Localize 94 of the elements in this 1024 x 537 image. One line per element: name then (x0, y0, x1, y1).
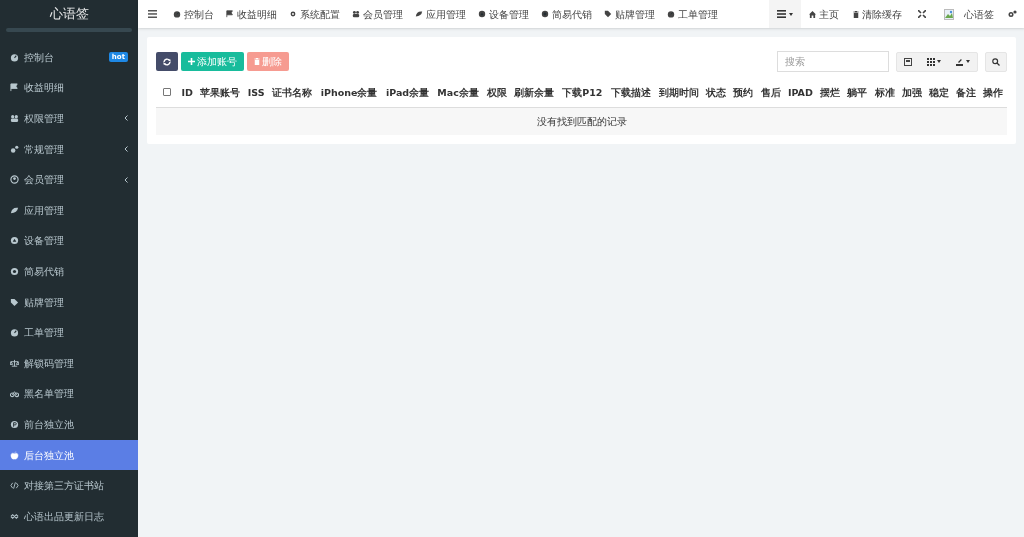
sidebar-item[interactable]: 心语出品更新日志 (0, 500, 138, 532)
column-header[interactable]: iPhone余量 (316, 79, 382, 107)
sidebar-item[interactable]: 黑名单管理 (0, 378, 138, 410)
circle-icon (10, 236, 19, 246)
refresh-button[interactable] (156, 52, 178, 71)
nav-tab[interactable]: 设备管理 (472, 6, 535, 22)
circle-icon (478, 10, 486, 18)
nav-tab[interactable]: 应用管理 (409, 6, 472, 22)
list-icon (777, 10, 786, 18)
column-header[interactable]: 状态 (702, 79, 730, 107)
flag-icon (10, 83, 19, 93)
column-header[interactable]: 到期时间 (654, 79, 703, 107)
avatar-icon[interactable] (944, 8, 954, 20)
column-header[interactable]: 躺平 (843, 79, 871, 107)
column-header[interactable]: 刷新余量 (510, 79, 559, 107)
nav-tab[interactable]: 工单管理 (661, 6, 724, 22)
caret-icon (966, 60, 970, 63)
export-icon (955, 57, 964, 66)
column-header[interactable]: 售后 (757, 79, 785, 107)
scale-icon (10, 358, 19, 368)
sidebar-item[interactable]: 权限管理 (0, 103, 138, 134)
logo-text: 心语签 (49, 5, 89, 24)
sidebar-item[interactable]: 解锁码管理 (0, 347, 138, 379)
column-header[interactable]: IPAD (784, 79, 817, 107)
home-link[interactable]: 主页 (801, 6, 847, 22)
home-icon (809, 10, 816, 18)
nav-tab[interactable]: 简易代销 (535, 6, 598, 22)
sidebar-item[interactable]: 贴牌管理 (0, 286, 138, 318)
nav-tab[interactable]: 控制台 (167, 6, 220, 22)
column-header[interactable]: 备注 (952, 79, 980, 107)
trash-icon (254, 58, 260, 65)
settings-icon[interactable] (1008, 10, 1017, 18)
column-header[interactable]: 摆烂 (816, 79, 844, 107)
sidebar-item[interactable]: 应用管理 (0, 194, 138, 226)
leaf-icon (10, 205, 19, 215)
column-header[interactable]: 证书名称 (268, 79, 317, 107)
card-view-icon (904, 57, 912, 66)
column-header[interactable]: 下载描述 (606, 79, 655, 107)
search-icon (992, 57, 1000, 66)
clear-cache-link[interactable]: 清除缓存 (847, 6, 908, 22)
parking-icon (10, 419, 19, 429)
sidebar-item[interactable]: 简易代销 (0, 256, 138, 287)
group-icon (352, 10, 360, 18)
column-header[interactable]: ISS (244, 79, 269, 107)
empty-table-message: 没有找到匹配的记录 (536, 115, 627, 127)
nav-tab[interactable]: 系统配置 (283, 6, 346, 22)
flag-icon (226, 10, 234, 18)
sidebar-item[interactable]: 收益明细 (0, 72, 138, 104)
sidebar-item[interactable]: 设备管理 (0, 225, 138, 257)
group-icon (10, 114, 19, 123)
column-header[interactable]: 加强 (898, 79, 926, 107)
search-button[interactable] (985, 51, 1007, 72)
select-all-checkbox[interactable] (163, 87, 171, 96)
nav-tab[interactable]: 贴牌管理 (598, 6, 661, 22)
user-circle-icon (10, 175, 19, 185)
search-field[interactable]: 搜索 (777, 51, 889, 72)
column-header[interactable]: ID (178, 79, 197, 107)
column-header[interactable]: 下载P12 (558, 79, 607, 107)
tag-icon (604, 10, 612, 18)
column-header[interactable]: 苹果账号 (196, 79, 245, 107)
circle-icon (10, 266, 19, 276)
code-icon (10, 481, 19, 491)
trash-icon (853, 10, 859, 18)
sidebar-item[interactable]: 对接第三方证书站 (0, 470, 138, 501)
fullscreen-icon[interactable] (918, 10, 926, 18)
caret-icon (936, 60, 941, 63)
list-dropdown-button[interactable] (769, 0, 801, 28)
column-header[interactable]: Mac余量 (433, 79, 483, 107)
column-header[interactable]: 操作 (979, 79, 1007, 107)
nav-tab[interactable]: 会员管理 (346, 6, 409, 22)
leaf-icon (415, 10, 423, 18)
grid-icon (926, 57, 935, 66)
plus-icon (188, 58, 195, 65)
column-header[interactable]: 标准 (870, 79, 899, 107)
user-name-link[interactable]: 心语签 (964, 6, 994, 22)
menu-icon[interactable] (148, 10, 157, 18)
caret-icon (789, 12, 793, 16)
cogs-icon (10, 144, 19, 154)
column-header[interactable]: 预约 (729, 79, 758, 107)
refresh-icon (163, 57, 171, 66)
link-icon (10, 511, 19, 521)
sidebar-item[interactable]: 后台独立池 (0, 439, 138, 471)
circle-icon (541, 10, 549, 18)
column-header[interactable]: 稳定 (925, 79, 953, 107)
sidebar-item[interactable]: 会员管理 (0, 164, 138, 195)
sidebar-item[interactable]: 常规管理 (0, 133, 138, 165)
apple-icon (10, 450, 19, 460)
bicycle-icon (10, 389, 19, 399)
column-header[interactable]: 权限 (482, 79, 511, 107)
nav-tab[interactable]: 收益明细 (220, 6, 283, 22)
sidebar-item[interactable]: 前台独立池 (0, 409, 138, 440)
tag-icon (10, 297, 19, 307)
sidebar-item[interactable]: 工单管理 (0, 317, 138, 348)
column-header[interactable]: iPad余量 (381, 79, 434, 107)
